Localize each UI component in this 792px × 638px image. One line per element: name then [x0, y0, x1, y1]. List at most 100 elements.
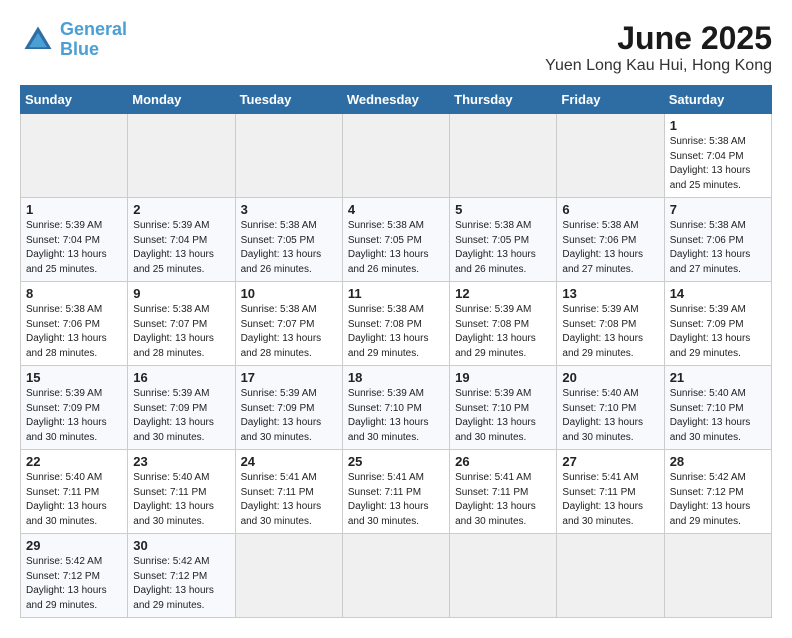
calendar-cell: 8 Sunrise: 5:38 AMSunset: 7:06 PMDayligh… — [21, 282, 128, 366]
day-number: 8 — [26, 286, 122, 301]
day-info: Sunrise: 5:41 AMSunset: 7:11 PMDaylight:… — [241, 472, 322, 527]
day-info: Sunrise: 5:38 AMSunset: 7:04 PMDaylight:… — [670, 136, 751, 191]
location-title: Yuen Long Kau Hui, Hong Kong — [545, 57, 772, 75]
day-number: 9 — [133, 286, 229, 301]
day-number: 16 — [133, 370, 229, 385]
day-info: Sunrise: 5:38 AMSunset: 7:07 PMDaylight:… — [241, 304, 322, 359]
month-title: June 2025 — [545, 20, 772, 57]
calendar-cell: 14 Sunrise: 5:39 AMSunset: 7:09 PMDaylig… — [664, 282, 771, 366]
calendar-cell: 11 Sunrise: 5:38 AMSunset: 7:08 PMDaylig… — [342, 282, 449, 366]
day-number: 6 — [562, 202, 658, 217]
day-info: Sunrise: 5:39 AMSunset: 7:04 PMDaylight:… — [133, 220, 214, 275]
logo-line2: Blue — [60, 39, 99, 59]
calendar-cell: 30 Sunrise: 5:42 AMSunset: 7:12 PMDaylig… — [128, 534, 235, 618]
calendar-cell: 4 Sunrise: 5:38 AMSunset: 7:05 PMDayligh… — [342, 198, 449, 282]
calendar-cell: 6 Sunrise: 5:38 AMSunset: 7:06 PMDayligh… — [557, 198, 664, 282]
calendar-week-4: 22 Sunrise: 5:40 AMSunset: 7:11 PMDaylig… — [21, 450, 772, 534]
header-day-friday: Friday — [557, 86, 664, 114]
day-number: 28 — [670, 454, 766, 469]
day-number: 7 — [670, 202, 766, 217]
day-info: Sunrise: 5:40 AMSunset: 7:11 PMDaylight:… — [26, 472, 107, 527]
calendar-cell: 25 Sunrise: 5:41 AMSunset: 7:11 PMDaylig… — [342, 450, 449, 534]
day-info: Sunrise: 5:39 AMSunset: 7:10 PMDaylight:… — [348, 388, 429, 443]
calendar-cell: 9 Sunrise: 5:38 AMSunset: 7:07 PMDayligh… — [128, 282, 235, 366]
day-number: 29 — [26, 538, 122, 553]
calendar-cell: 19 Sunrise: 5:39 AMSunset: 7:10 PMDaylig… — [450, 366, 557, 450]
header-day-wednesday: Wednesday — [342, 86, 449, 114]
calendar-cell: 13 Sunrise: 5:39 AMSunset: 7:08 PMDaylig… — [557, 282, 664, 366]
calendar-cell: 16 Sunrise: 5:39 AMSunset: 7:09 PMDaylig… — [128, 366, 235, 450]
day-number: 18 — [348, 370, 444, 385]
day-info: Sunrise: 5:38 AMSunset: 7:07 PMDaylight:… — [133, 304, 214, 359]
calendar-cell: 3 Sunrise: 5:38 AMSunset: 7:05 PMDayligh… — [235, 198, 342, 282]
calendar-cell: 10 Sunrise: 5:38 AMSunset: 7:07 PMDaylig… — [235, 282, 342, 366]
calendar-cell: 5 Sunrise: 5:38 AMSunset: 7:05 PMDayligh… — [450, 198, 557, 282]
header-day-tuesday: Tuesday — [235, 86, 342, 114]
logo-line1: General — [60, 19, 127, 39]
day-info: Sunrise: 5:39 AMSunset: 7:09 PMDaylight:… — [241, 388, 322, 443]
calendar-cell: 26 Sunrise: 5:41 AMSunset: 7:11 PMDaylig… — [450, 450, 557, 534]
calendar-cell: 15 Sunrise: 5:39 AMSunset: 7:09 PMDaylig… — [21, 366, 128, 450]
day-info: Sunrise: 5:38 AMSunset: 7:05 PMDaylight:… — [348, 220, 429, 275]
calendar-cell: 20 Sunrise: 5:40 AMSunset: 7:10 PMDaylig… — [557, 366, 664, 450]
calendar-header-row: SundayMondayTuesdayWednesdayThursdayFrid… — [21, 86, 772, 114]
title-area: June 2025 Yuen Long Kau Hui, Hong Kong — [545, 20, 772, 75]
calendar-cell: 27 Sunrise: 5:41 AMSunset: 7:11 PMDaylig… — [557, 450, 664, 534]
day-info: Sunrise: 5:38 AMSunset: 7:05 PMDaylight:… — [455, 220, 536, 275]
calendar-cell — [342, 114, 449, 198]
calendar-cell — [235, 114, 342, 198]
logo: General Blue — [20, 20, 127, 60]
day-number: 15 — [26, 370, 122, 385]
calendar-week-0: 1 Sunrise: 5:38 AMSunset: 7:04 PMDayligh… — [21, 114, 772, 198]
day-number: 2 — [133, 202, 229, 217]
day-info: Sunrise: 5:42 AMSunset: 7:12 PMDaylight:… — [133, 556, 214, 611]
day-number: 4 — [348, 202, 444, 217]
day-info: Sunrise: 5:38 AMSunset: 7:06 PMDaylight:… — [26, 304, 107, 359]
day-info: Sunrise: 5:40 AMSunset: 7:10 PMDaylight:… — [670, 388, 751, 443]
header-day-thursday: Thursday — [450, 86, 557, 114]
day-number: 1 — [26, 202, 122, 217]
day-info: Sunrise: 5:41 AMSunset: 7:11 PMDaylight:… — [562, 472, 643, 527]
calendar-cell: 18 Sunrise: 5:39 AMSunset: 7:10 PMDaylig… — [342, 366, 449, 450]
day-info: Sunrise: 5:39 AMSunset: 7:09 PMDaylight:… — [133, 388, 214, 443]
calendar-week-1: 1 Sunrise: 5:39 AMSunset: 7:04 PMDayligh… — [21, 198, 772, 282]
day-info: Sunrise: 5:38 AMSunset: 7:06 PMDaylight:… — [562, 220, 643, 275]
calendar-cell — [342, 534, 449, 618]
logo-text: General Blue — [60, 20, 127, 60]
calendar-cell: 24 Sunrise: 5:41 AMSunset: 7:11 PMDaylig… — [235, 450, 342, 534]
day-info: Sunrise: 5:41 AMSunset: 7:11 PMDaylight:… — [455, 472, 536, 527]
day-info: Sunrise: 5:39 AMSunset: 7:04 PMDaylight:… — [26, 220, 107, 275]
day-number: 14 — [670, 286, 766, 301]
calendar-week-2: 8 Sunrise: 5:38 AMSunset: 7:06 PMDayligh… — [21, 282, 772, 366]
day-number: 24 — [241, 454, 337, 469]
logo-icon — [20, 22, 56, 58]
day-number: 26 — [455, 454, 551, 469]
day-info: Sunrise: 5:38 AMSunset: 7:08 PMDaylight:… — [348, 304, 429, 359]
calendar-cell — [557, 114, 664, 198]
day-number: 23 — [133, 454, 229, 469]
day-info: Sunrise: 5:42 AMSunset: 7:12 PMDaylight:… — [670, 472, 751, 527]
calendar-cell: 1 Sunrise: 5:38 AMSunset: 7:04 PMDayligh… — [664, 114, 771, 198]
calendar-cell: 29 Sunrise: 5:42 AMSunset: 7:12 PMDaylig… — [21, 534, 128, 618]
header: General Blue June 2025 Yuen Long Kau Hui… — [20, 20, 772, 75]
calendar-cell: 1 Sunrise: 5:39 AMSunset: 7:04 PMDayligh… — [21, 198, 128, 282]
calendar-cell — [21, 114, 128, 198]
header-day-monday: Monday — [128, 86, 235, 114]
day-info: Sunrise: 5:40 AMSunset: 7:11 PMDaylight:… — [133, 472, 214, 527]
calendar-cell — [450, 534, 557, 618]
day-info: Sunrise: 5:39 AMSunset: 7:08 PMDaylight:… — [455, 304, 536, 359]
calendar-cell: 17 Sunrise: 5:39 AMSunset: 7:09 PMDaylig… — [235, 366, 342, 450]
calendar-cell: 12 Sunrise: 5:39 AMSunset: 7:08 PMDaylig… — [450, 282, 557, 366]
header-day-saturday: Saturday — [664, 86, 771, 114]
day-number: 30 — [133, 538, 229, 553]
day-number: 19 — [455, 370, 551, 385]
calendar-table: SundayMondayTuesdayWednesdayThursdayFrid… — [20, 85, 772, 618]
day-number: 10 — [241, 286, 337, 301]
calendar-cell: 22 Sunrise: 5:40 AMSunset: 7:11 PMDaylig… — [21, 450, 128, 534]
day-info: Sunrise: 5:39 AMSunset: 7:08 PMDaylight:… — [562, 304, 643, 359]
day-number: 17 — [241, 370, 337, 385]
calendar-cell — [128, 114, 235, 198]
day-info: Sunrise: 5:39 AMSunset: 7:09 PMDaylight:… — [670, 304, 751, 359]
day-info: Sunrise: 5:38 AMSunset: 7:06 PMDaylight:… — [670, 220, 751, 275]
day-number: 20 — [562, 370, 658, 385]
